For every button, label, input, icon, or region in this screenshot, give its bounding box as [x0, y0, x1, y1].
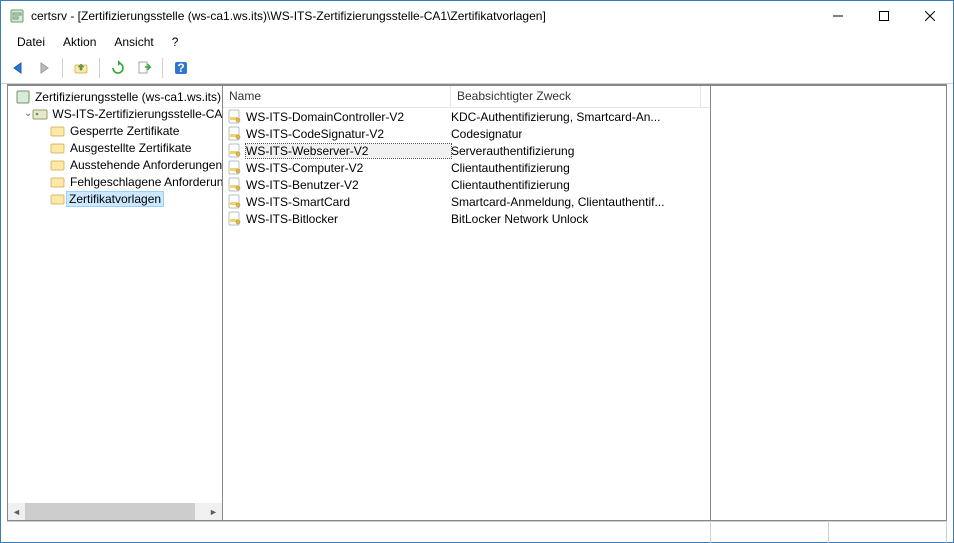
tree-item-label: Ausgestellte Zertifikate: [69, 141, 192, 155]
window-title: certsrv - [Zertifizierungsstelle (ws-ca1…: [31, 9, 815, 23]
certificate-template-icon: [227, 143, 243, 159]
svg-text:?: ?: [177, 61, 184, 75]
up-button[interactable]: [70, 57, 92, 79]
list-row[interactable]: WS-ITS-Computer-V2Clientauthentifizierun…: [223, 159, 710, 176]
tree-item-issued[interactable]: Ausgestellte Zertifikate: [10, 139, 222, 156]
list-row[interactable]: WS-ITS-DomainController-V2KDC-Authentifi…: [223, 108, 710, 125]
tree-root[interactable]: Zertifizierungsstelle (ws-ca1.ws.its): [10, 88, 222, 105]
ca-root-icon: [15, 89, 31, 105]
cell-name: WS-ITS-Webserver-V2: [246, 144, 451, 158]
tree-ca[interactable]: ⌄ WS-ITS-Zertifizierungsstelle-CA1: [10, 105, 222, 122]
scroll-right-icon[interactable]: ►: [205, 503, 222, 520]
tree-item-label: Fehlgeschlagene Anforderungen: [69, 175, 223, 189]
scroll-left-icon[interactable]: ◄: [8, 503, 25, 520]
list-row[interactable]: WS-ITS-BitlockerBitLocker Network Unlock: [223, 210, 710, 227]
tree-item-revoked[interactable]: Gesperrte Zertifikate: [10, 122, 222, 139]
certificate-template-icon: [227, 177, 243, 193]
toolbar-separator: [162, 58, 163, 78]
cell-name: WS-ITS-CodeSignatur-V2: [246, 127, 451, 141]
folder-icon: [50, 191, 66, 207]
status-bar: [7, 521, 947, 543]
tree-item-label: Zertifikatvorlagen: [66, 191, 164, 207]
menu-help[interactable]: ?: [164, 33, 187, 51]
column-header-name[interactable]: Name: [223, 86, 451, 107]
tree-root-label: Zertifizierungsstelle (ws-ca1.ws.its): [34, 90, 222, 104]
cell-purpose: Clientauthentifizierung: [451, 178, 570, 192]
ca-icon: [32, 106, 48, 122]
menu-view[interactable]: Ansicht: [106, 33, 161, 51]
app-icon: [9, 8, 25, 24]
tree-pane: Zertifizierungsstelle (ws-ca1.ws.its) ⌄ …: [7, 85, 223, 521]
cell-name: WS-ITS-DomainController-V2: [246, 110, 451, 124]
minimize-button[interactable]: [815, 1, 861, 31]
menu-action[interactable]: Aktion: [55, 33, 104, 51]
list-row[interactable]: WS-ITS-Benutzer-V2Clientauthentifizierun…: [223, 176, 710, 193]
list-row[interactable]: WS-ITS-CodeSignatur-V2Codesignatur: [223, 125, 710, 142]
scroll-thumb[interactable]: [25, 503, 195, 520]
column-header-purpose[interactable]: Beabsichtigter Zweck: [451, 86, 701, 107]
cell-purpose: Codesignatur: [451, 127, 522, 141]
cell-purpose: Serverauthentifizierung: [451, 144, 574, 158]
folder-icon: [50, 123, 66, 139]
list-rows: WS-ITS-DomainController-V2KDC-Authentifi…: [223, 108, 710, 227]
list-row[interactable]: WS-ITS-Webserver-V2Serverauthentifizieru…: [223, 142, 710, 159]
cell-purpose: KDC-Authentifizierung, Smartcard-An...: [451, 110, 660, 124]
cell-purpose: Clientauthentifizierung: [451, 161, 570, 175]
refresh-button[interactable]: [107, 57, 129, 79]
cell-name: WS-ITS-Computer-V2: [246, 161, 451, 175]
forward-button[interactable]: [33, 57, 55, 79]
horizontal-scrollbar[interactable]: ◄ ►: [8, 503, 222, 520]
client-area: Zertifizierungsstelle (ws-ca1.ws.its) ⌄ …: [7, 84, 947, 521]
tree-item-templates[interactable]: Zertifikatvorlagen: [10, 190, 222, 207]
toolbar-separator: [62, 58, 63, 78]
menu-file[interactable]: Datei: [9, 33, 53, 51]
title-bar: certsrv - [Zertifizierungsstelle (ws-ca1…: [1, 1, 953, 31]
cell-purpose: Smartcard-Anmeldung, Clientauthentif...: [451, 195, 664, 209]
folder-icon: [50, 157, 66, 173]
folder-icon: [50, 174, 66, 190]
list-pane: Name Beabsichtigter Zweck WS-ITS-DomainC…: [223, 85, 711, 521]
certificate-template-icon: [227, 194, 243, 210]
cell-name: WS-ITS-Benutzer-V2: [246, 178, 451, 192]
maximize-button[interactable]: [861, 1, 907, 31]
tree-item-label: Ausstehende Anforderungen: [69, 158, 223, 172]
status-cell: [7, 522, 711, 543]
status-cell: [711, 522, 829, 543]
close-button[interactable]: [907, 1, 953, 31]
toolbar-separator: [99, 58, 100, 78]
toolbar: ?: [1, 55, 953, 84]
export-button[interactable]: [133, 57, 155, 79]
folder-icon: [50, 140, 66, 156]
expander-icon[interactable]: ⌄: [24, 108, 32, 119]
status-cell: [829, 522, 947, 543]
back-button[interactable]: [7, 57, 29, 79]
help-button[interactable]: ?: [170, 57, 192, 79]
certificate-template-icon: [227, 211, 243, 227]
tree-item-label: Gesperrte Zertifikate: [69, 124, 180, 138]
list-row[interactable]: WS-ITS-SmartCardSmartcard-Anmeldung, Cli…: [223, 193, 710, 210]
tree-item-failed[interactable]: Fehlgeschlagene Anforderungen: [10, 173, 222, 190]
list-header: Name Beabsichtigter Zweck: [223, 86, 710, 108]
actions-pane: [711, 85, 947, 521]
tree-ca-label: WS-ITS-Zertifizierungsstelle-CA1: [51, 107, 223, 121]
menu-bar: Datei Aktion Ansicht ?: [1, 31, 953, 55]
certificate-template-icon: [227, 109, 243, 125]
cell-name: WS-ITS-Bitlocker: [246, 212, 451, 226]
certificate-template-icon: [227, 126, 243, 142]
certificate-template-icon: [227, 160, 243, 176]
cell-purpose: BitLocker Network Unlock: [451, 212, 588, 226]
tree-item-pending[interactable]: Ausstehende Anforderungen: [10, 156, 222, 173]
cell-name: WS-ITS-SmartCard: [246, 195, 451, 209]
